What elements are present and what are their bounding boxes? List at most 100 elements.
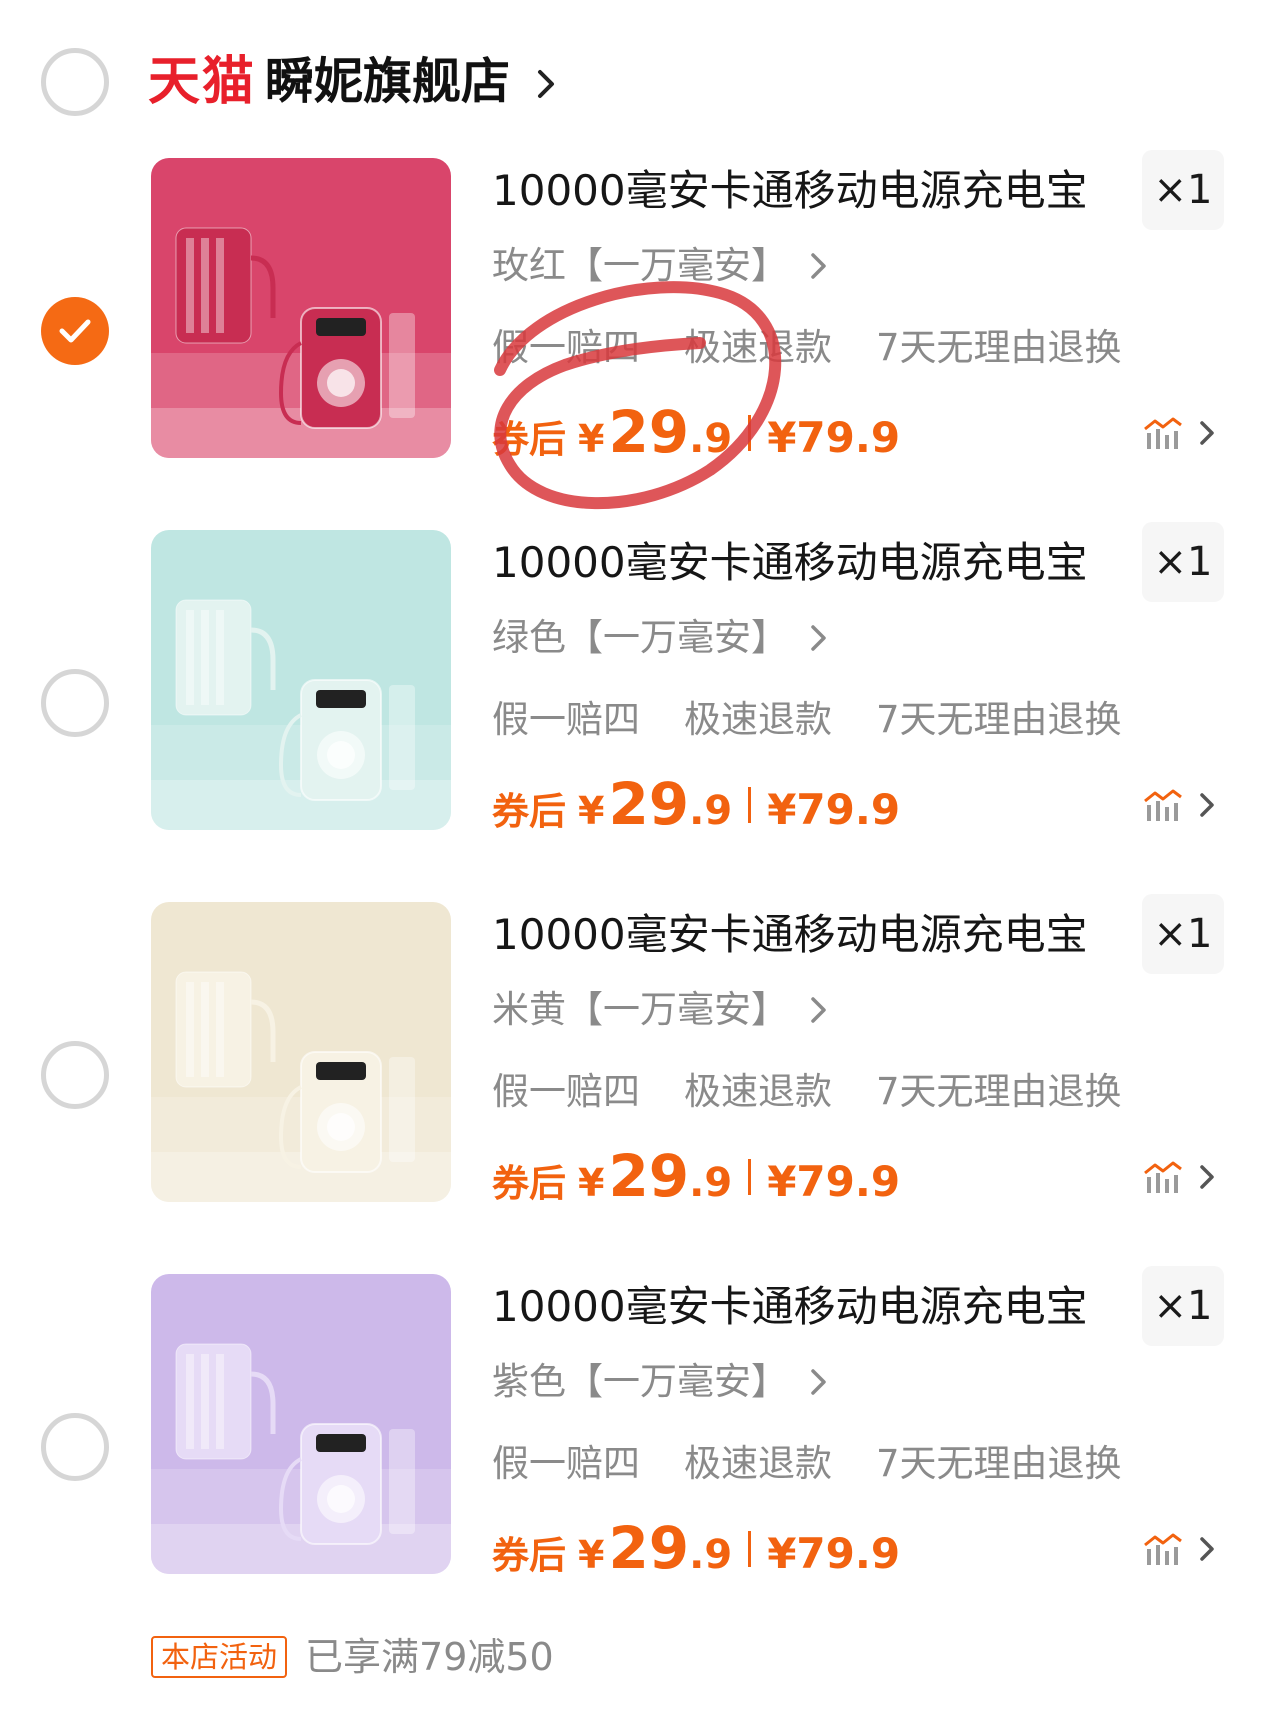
price-row: 券后 ¥ 29 .9 ¥79.9 xyxy=(492,398,900,468)
price-divider xyxy=(748,415,752,451)
quantity-badge[interactable]: ×1 xyxy=(1142,894,1224,974)
checkmark-icon xyxy=(59,319,91,343)
quantity-badge[interactable]: ×1 xyxy=(1142,522,1224,602)
chevron-right-icon xyxy=(811,625,826,651)
service-tag: 7天无理由退换 xyxy=(876,1070,1122,1113)
variant-selector[interactable]: 米黄【一万毫安】 xyxy=(492,982,830,1038)
quantity-badge[interactable]: ×1 xyxy=(1142,1266,1224,1346)
chevron-right-icon xyxy=(1200,1537,1214,1561)
price-trend-button[interactable] xyxy=(1143,1524,1233,1574)
price-trend-icon xyxy=(1144,1161,1182,1193)
power-bank-image xyxy=(151,530,451,830)
product-title[interactable]: 10000毫安卡通移动电源充电宝 xyxy=(492,160,1132,222)
power-bank-image xyxy=(151,1274,451,1574)
price-row: 券后 ¥ 29 .9 ¥79.9 xyxy=(492,1514,900,1584)
currency-symbol: ¥ xyxy=(578,417,605,461)
product-title[interactable]: 10000毫安卡通移动电源充电宝 xyxy=(492,532,1132,594)
item-select-radio[interactable] xyxy=(41,1041,109,1109)
price-divider xyxy=(748,787,752,823)
item-select-radio[interactable] xyxy=(41,669,109,737)
store-name[interactable]: 瞬妮旗舰店 xyxy=(265,50,510,114)
original-price: ¥79.9 xyxy=(767,413,901,462)
service-tags: 假一赔四 极速退款 7天无理由退换 xyxy=(492,320,1166,376)
chevron-right-icon xyxy=(811,253,826,279)
item-select-radio[interactable] xyxy=(41,1413,109,1481)
price-row: 券后 ¥ 29 .9 ¥79.9 xyxy=(492,770,900,840)
price-trend-icon xyxy=(1144,417,1182,449)
chevron-right-icon xyxy=(1200,1165,1214,1189)
price-divider xyxy=(748,1159,752,1195)
variant-label: 紫色【一万毫安】 xyxy=(492,1360,788,1403)
chevron-right-icon xyxy=(1200,421,1214,445)
power-bank-image xyxy=(151,902,451,1202)
chevron-right-icon xyxy=(1200,793,1214,817)
variant-selector[interactable]: 紫色【一万毫安】 xyxy=(492,1354,830,1410)
price-trend-button[interactable] xyxy=(1143,780,1233,830)
price-row: 券后 ¥ 29 .9 ¥79.9 xyxy=(492,1142,900,1212)
service-tag: 7天无理由退换 xyxy=(876,698,1122,741)
price-decimal: .9 xyxy=(689,788,733,834)
quantity-badge[interactable]: ×1 xyxy=(1142,150,1224,230)
service-tags: 假一赔四 极速退款 7天无理由退换 xyxy=(492,1436,1166,1492)
service-tag: 极速退款 xyxy=(684,1442,832,1485)
cart-item: 10000毫安卡通移动电源充电宝 ×1 玫红【一万毫安】 假一赔四 极速退款 7… xyxy=(0,150,1279,520)
variant-label: 米黄【一万毫安】 xyxy=(492,988,788,1031)
price-label: 券后 xyxy=(492,1534,566,1577)
store-select-radio[interactable] xyxy=(41,48,109,116)
service-tags: 假一赔四 极速退款 7天无理由退换 xyxy=(492,1064,1166,1120)
price-integer: 29 xyxy=(608,1514,690,1582)
product-title[interactable]: 10000毫安卡通移动电源充电宝 xyxy=(492,1276,1132,1338)
price-decimal: .9 xyxy=(689,416,733,462)
original-price: ¥79.9 xyxy=(767,1157,901,1206)
price-divider xyxy=(748,1531,752,1567)
original-price: ¥79.9 xyxy=(767,1529,901,1578)
service-tag: 7天无理由退换 xyxy=(876,1442,1122,1485)
currency-symbol: ¥ xyxy=(578,1161,605,1205)
service-tag: 假一赔四 xyxy=(492,1070,640,1113)
service-tag: 极速退款 xyxy=(684,698,832,741)
price-trend-icon xyxy=(1144,789,1182,821)
price-label: 券后 xyxy=(492,418,566,461)
promo-row: 本店活动 已享满79减50 xyxy=(151,1634,554,1680)
currency-symbol: ¥ xyxy=(578,1533,605,1577)
product-title[interactable]: 10000毫安卡通移动电源充电宝 xyxy=(492,904,1132,966)
product-thumbnail[interactable] xyxy=(151,1274,451,1574)
service-tags: 假一赔四 极速退款 7天无理由退换 xyxy=(492,692,1166,748)
cart-item: 10000毫安卡通移动电源充电宝 ×1 米黄【一万毫安】 假一赔四 极速退款 7… xyxy=(0,894,1279,1264)
price-label: 券后 xyxy=(492,1162,566,1205)
variant-label: 玫红【一万毫安】 xyxy=(492,244,788,287)
price-decimal: .9 xyxy=(689,1160,733,1206)
price-trend-button[interactable] xyxy=(1143,408,1233,458)
cart-item: 10000毫安卡通移动电源充电宝 ×1 紫色【一万毫安】 假一赔四 极速退款 7… xyxy=(0,1266,1279,1636)
service-tag: 假一赔四 xyxy=(492,326,640,369)
chevron-right-icon xyxy=(811,1369,826,1395)
variant-selector[interactable]: 绿色【一万毫安】 xyxy=(492,610,830,666)
price-integer: 29 xyxy=(608,770,690,838)
currency-symbol: ¥ xyxy=(578,789,605,833)
power-bank-image xyxy=(151,158,451,458)
item-select-radio[interactable] xyxy=(41,297,109,365)
promo-tag: 本店活动 xyxy=(151,1636,288,1678)
service-tag: 极速退款 xyxy=(684,1070,832,1113)
product-thumbnail[interactable] xyxy=(151,902,451,1202)
service-tag: 极速退款 xyxy=(684,326,832,369)
service-tag: 假一赔四 xyxy=(492,698,640,741)
price-trend-button[interactable] xyxy=(1143,1152,1233,1202)
product-thumbnail[interactable] xyxy=(151,158,451,458)
variant-label: 绿色【一万毫安】 xyxy=(492,616,788,659)
variant-selector[interactable]: 玫红【一万毫安】 xyxy=(492,238,830,294)
original-price: ¥79.9 xyxy=(767,785,901,834)
price-integer: 29 xyxy=(608,1142,690,1210)
chevron-right-icon[interactable] xyxy=(534,64,560,104)
promo-text: 已享满79减50 xyxy=(305,1635,554,1679)
store-header: 天猫 瞬妮旗舰店 xyxy=(0,0,1279,150)
price-decimal: .9 xyxy=(689,1532,733,1578)
tmall-logo: 天猫 xyxy=(148,52,257,112)
cart-item: 10000毫安卡通移动电源充电宝 ×1 绿色【一万毫安】 假一赔四 极速退款 7… xyxy=(0,522,1279,892)
price-integer: 29 xyxy=(608,398,690,466)
price-label: 券后 xyxy=(492,790,566,833)
product-thumbnail[interactable] xyxy=(151,530,451,830)
chevron-right-icon xyxy=(811,997,826,1023)
price-trend-icon xyxy=(1144,1533,1182,1565)
service-tag: 7天无理由退换 xyxy=(876,326,1122,369)
